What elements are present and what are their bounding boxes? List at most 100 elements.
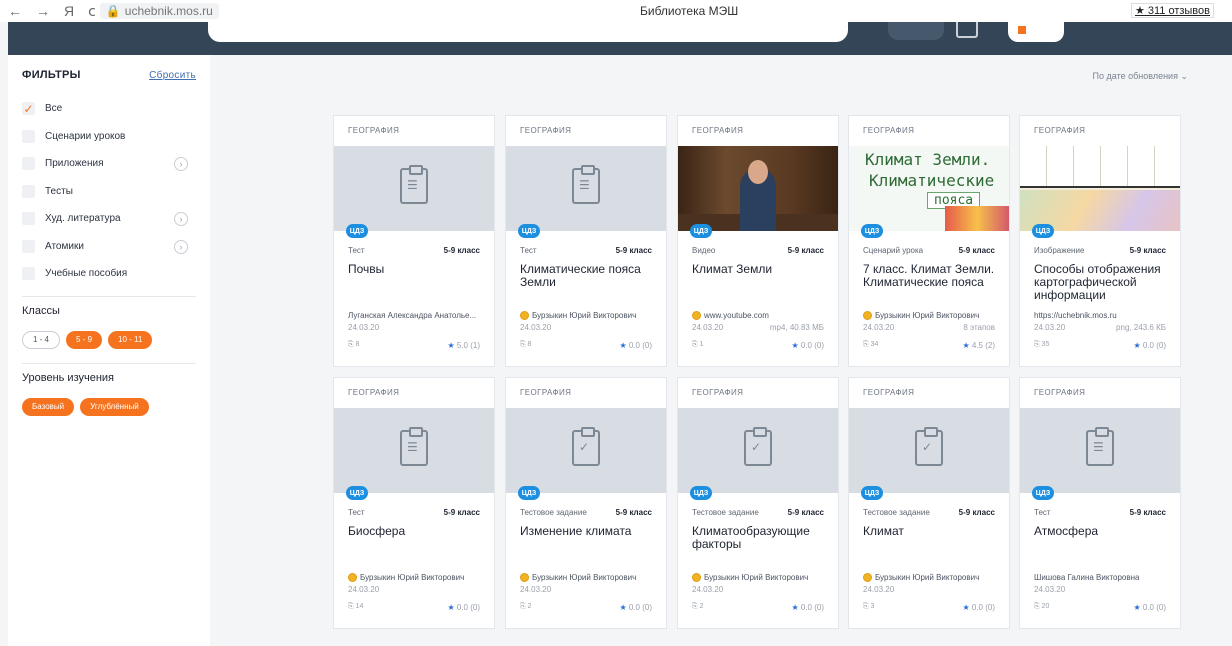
- filter-checkbox[interactable]: [22, 212, 35, 226]
- card-author-name: Бурзыкин Юрий Викторович: [704, 573, 809, 582]
- cdz-badge: ЦДЗ: [346, 486, 368, 500]
- card-title[interactable]: Климат Земли: [692, 263, 827, 276]
- card-rating-value: 0.0 (0): [1142, 603, 1166, 612]
- material-card[interactable]: ГЕОГРАФИЯ Климат Земли. Климатические пояса…: [848, 115, 1010, 367]
- card-title[interactable]: 7 класс. Климат Земли. Климатические поя…: [863, 263, 998, 289]
- filter-item[interactable]: Приложения ›: [22, 150, 196, 178]
- header-pill-button[interactable]: [888, 22, 944, 40]
- filter-label: Приложения: [45, 158, 104, 170]
- card-title[interactable]: Почвы: [348, 263, 483, 276]
- class-chip-1-4[interactable]: 1 - 4: [22, 330, 61, 349]
- card-uses-count: 2: [527, 603, 532, 610]
- filter-label: Все: [45, 103, 63, 115]
- material-card[interactable]: ГЕОГРАФИЯ ЦДЗ Изображение 5-9 класс Способы …: [1019, 115, 1181, 367]
- filter-item[interactable]: Сценарии уроков: [22, 123, 196, 151]
- search-input[interactable]: [208, 20, 848, 42]
- card-title[interactable]: Биосфера: [348, 525, 483, 538]
- cdz-badge: ЦДЗ: [861, 224, 883, 238]
- card-subject: ГЕОГРАФИЯ: [348, 388, 400, 397]
- card-uses-count: 34: [870, 341, 879, 348]
- filter-checkbox[interactable]: [22, 129, 35, 143]
- filter-item[interactable]: Атомики ›: [22, 233, 196, 261]
- filter-checkbox[interactable]: [22, 157, 35, 171]
- filter-checkbox[interactable]: [22, 184, 35, 198]
- class-chip-10-11[interactable]: 10 - 11: [108, 330, 153, 349]
- card-grade: 5-9 класс: [1129, 508, 1166, 517]
- material-card[interactable]: ГЕОГРАФИЯ ☰ ЦДЗ Тест 5-9 класс Биосфера Бурзык…: [333, 377, 495, 629]
- yandex-icon[interactable]: Я: [64, 3, 74, 19]
- card-grade: 5-9 класс: [615, 508, 652, 517]
- filter-label: Сценарии уроков: [45, 130, 126, 142]
- card-author-name: Бурзыкин Юрий Викторович: [875, 311, 980, 320]
- filter-checkbox[interactable]: [22, 267, 35, 281]
- cdz-badge: ЦДЗ: [346, 224, 368, 238]
- card-uses: ⎘ 2: [692, 603, 703, 611]
- card-thumbnail[interactable]: Климат Земли. Климатические пояса: [849, 146, 1009, 231]
- star-icon: ★: [962, 603, 970, 612]
- card-thumbnail[interactable]: ✓: [506, 408, 666, 493]
- material-card[interactable]: ГЕОГРАФИЯ ЦДЗ Видео 5-9 класс Климат Земли ww…: [677, 115, 839, 367]
- card-meta: mp4, 40.83 МБ: [769, 323, 824, 332]
- card-type: Тест: [348, 508, 365, 517]
- filter-item[interactable]: Учебные пособия: [22, 260, 196, 288]
- medal-icon: [692, 311, 701, 320]
- reset-filters-link[interactable]: Сбросить: [149, 70, 196, 81]
- material-card[interactable]: ГЕОГРАФИЯ ✓ ЦДЗ Тестовое задание 5-9 класс Кл…: [677, 377, 839, 629]
- level-chip-advanced[interactable]: Углублённый: [80, 397, 149, 416]
- chevron-right-icon[interactable]: ›: [174, 212, 188, 226]
- card-author-name: Бурзыкин Юрий Викторович: [532, 311, 637, 320]
- card-title[interactable]: Климатические пояса Земли: [520, 263, 655, 289]
- card-title[interactable]: Способы отображения картографической инф…: [1034, 263, 1169, 302]
- chevron-right-icon[interactable]: ›: [174, 157, 188, 171]
- address-bar[interactable]: 🔒 uchebnik.mos.ru: [99, 3, 219, 19]
- level-chip-basic[interactable]: Базовый: [22, 397, 75, 416]
- card-type: Видео: [692, 246, 716, 255]
- card-subject: ГЕОГРАФИЯ: [692, 388, 744, 397]
- card-title[interactable]: Климатообразующие факторы: [692, 525, 827, 551]
- chevron-right-icon[interactable]: ›: [174, 239, 188, 254]
- browser-toolbar: ← → Я ⅽ 🔒 uchebnik.mos.ru Библиотека МЭШ…: [0, 0, 1232, 22]
- filter-item[interactable]: Тесты: [22, 178, 196, 206]
- card-author: Бурзыкин Юрий Викторович: [692, 573, 832, 582]
- card-title[interactable]: Атмосфера: [1034, 525, 1169, 538]
- material-card[interactable]: ГЕОГРАФИЯ ✓ ЦДЗ Тестовое задание 5-9 класс Кл…: [848, 377, 1010, 629]
- card-thumbnail[interactable]: [678, 146, 838, 231]
- clipboard-list-icon: ☰: [400, 427, 428, 466]
- material-card[interactable]: ГЕОГРАФИЯ ☰ ЦДЗ Тест 5-9 класс Почвы Луганская…: [333, 115, 495, 367]
- back-icon[interactable]: ←: [8, 3, 22, 19]
- card-thumbnail[interactable]: ☰: [334, 408, 494, 493]
- card-uses-count: 2: [699, 603, 704, 610]
- card-meta: 8 этапов: [963, 323, 995, 332]
- material-card[interactable]: ГЕОГРАФИЯ ✓ ЦДЗ Тестовое задание 5-9 класс Из…: [505, 377, 667, 629]
- filter-item[interactable]: Худ. литература ›: [22, 205, 196, 233]
- card-thumbnail[interactable]: ✓: [678, 408, 838, 493]
- card-thumbnail[interactable]: ☰: [334, 146, 494, 231]
- reload-icon[interactable]: ⅽ: [88, 3, 96, 20]
- card-thumbnail[interactable]: ✓: [849, 408, 1009, 493]
- medal-icon: [692, 573, 701, 582]
- material-card[interactable]: ГЕОГРАФИЯ ☰ ЦДЗ Тест 5-9 класс Климатические …: [505, 115, 667, 367]
- app-header: [8, 20, 1232, 55]
- card-thumbnail[interactable]: ☰: [506, 146, 666, 231]
- filter-checkbox[interactable]: [22, 239, 35, 253]
- card-thumbnail[interactable]: ☰: [1020, 408, 1180, 493]
- card-type: Тестовое задание: [520, 508, 587, 517]
- card-title[interactable]: Изменение климата: [520, 525, 655, 538]
- class-chip-5-9[interactable]: 5 - 9: [66, 330, 103, 349]
- card-uses-count: 20: [1041, 603, 1050, 610]
- star-icon: ★: [791, 603, 799, 612]
- filter-label: Худ. литература: [45, 213, 121, 225]
- card-title[interactable]: Климат: [863, 525, 998, 538]
- reviews-link[interactable]: ★ 311 отзывов: [1130, 3, 1214, 18]
- card-thumbnail[interactable]: [1020, 146, 1180, 231]
- filter-item[interactable]: ✓ Все: [22, 95, 196, 123]
- forward-icon[interactable]: →: [36, 3, 50, 19]
- card-date: 24.03.20: [520, 585, 552, 594]
- filter-checkbox[interactable]: ✓: [22, 102, 35, 116]
- view-toggle[interactable]: [1008, 22, 1064, 42]
- card-author-name: www.youtube.com: [704, 311, 769, 320]
- divider: [22, 362, 196, 364]
- material-card[interactable]: ГЕОГРАФИЯ ☰ ЦДЗ Тест 5-9 класс Атмосфера Шишов…: [1019, 377, 1181, 629]
- bookmark-icon[interactable]: [956, 22, 978, 38]
- sort-dropdown[interactable]: По дате обновления ⌄: [1093, 71, 1188, 82]
